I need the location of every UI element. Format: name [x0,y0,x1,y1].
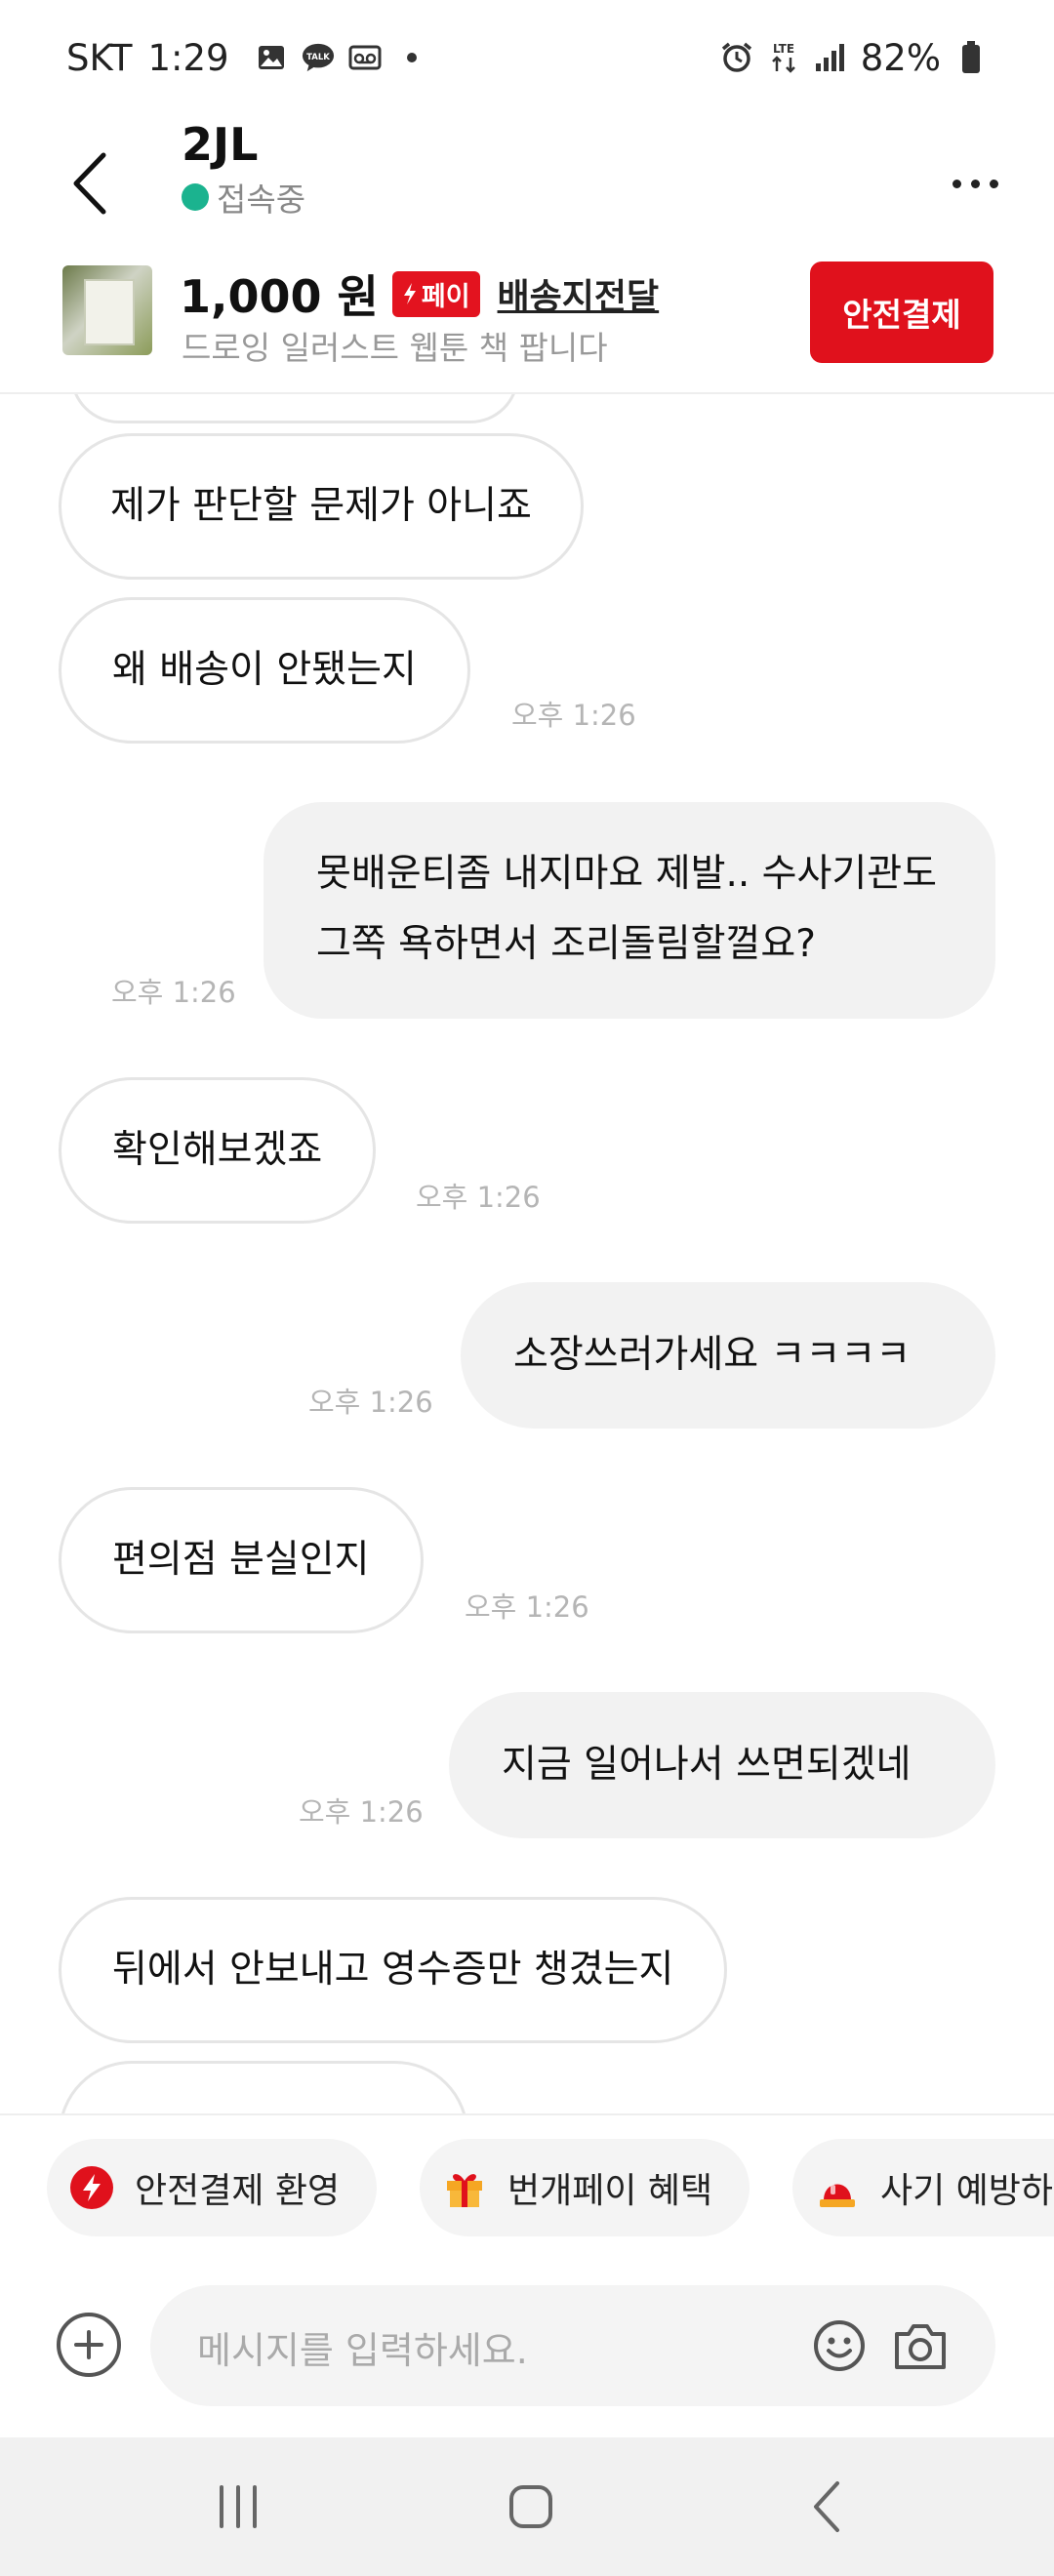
pay-badge-label: 페이 [421,281,470,312]
clock: 1:29 [147,36,229,79]
pay-badge: 페이 [391,270,480,317]
more-dot-icon [989,179,998,188]
product-title: 드로잉 일러스트 웹툰 책 팝니다 [182,329,608,367]
quick-reply-bar: 안전결제 환영 번개페이 혜택 사기 예방하 [0,2113,1054,2246]
more-options-button[interactable] [941,154,1009,213]
message-bubble-partial [70,394,519,423]
recent-apps-button[interactable] [199,2473,277,2541]
voicemail-icon [348,41,382,74]
message-time: 오후 1:26 [465,1590,589,1624]
battery-icon [954,41,988,74]
message-time: 오후 1:26 [511,699,636,732]
dot-icon [395,41,428,74]
message-input-bar: 메시지를 입력하세요. [0,2246,1054,2437]
product-thumbnail[interactable] [62,265,152,355]
online-status-label: 접속중 [217,181,306,219]
message-bubble-received: 뒤에서 안보내고 영수증만 챙겼는지 [59,1897,728,2043]
message-bubble-received: 편의점 분실인지 [59,1487,424,1633]
message-input-placeholder: 메시지를 입력하세요. [197,2329,528,2372]
svg-text:TALK: TALK [306,53,330,62]
home-icon [509,2485,552,2528]
message-bubble-received: 제가 판단할 문제가 아니죠 [59,433,584,580]
message-time: 오후 1:26 [299,1795,424,1829]
camera-icon [895,2324,946,2369]
back-button[interactable] [61,135,119,232]
status-bar: SKT 1:29 TALK LTE 82% [0,0,1054,115]
svg-text:LTE: LTE [773,42,794,56]
image-icon [255,41,288,74]
plus-icon [74,2330,103,2359]
message-bubble-received: 왜 배송이 안됐는지 [59,597,470,744]
safe-pay-button[interactable]: 안전결제 [810,262,993,363]
message-bubble-sent: 못배운티좀 내지마요 제발.. 수사기관도 그쪽 욕하면서 조리돌림할껄요? [264,802,995,1019]
back-icon [814,2481,839,2532]
home-button[interactable] [492,2473,570,2541]
notification-icons: TALK [255,41,428,74]
chat-partner-name[interactable]: 2JL [182,118,258,171]
signal-icon [814,41,847,74]
quick-reply-safe-pay[interactable]: 안전결제 환영 [47,2139,378,2236]
product-price: 1,000 원 [180,270,379,323]
lightning-icon [68,2164,115,2211]
more-dot-icon [952,179,961,188]
system-back-button[interactable] [789,2473,867,2541]
siren-icon [814,2164,861,2211]
status-right: LTE 82% [720,37,988,79]
message-time: 오후 1:26 [111,976,236,1009]
more-dot-icon [970,179,980,188]
online-dot-icon [182,183,209,211]
quick-reply-fraud-prevention[interactable]: 사기 예방하 [792,2139,1054,2236]
quick-reply-label: 사기 예방하 [880,2171,1054,2211]
alarm-icon [720,41,753,74]
lightning-icon [403,283,416,304]
message-bubble-partial [59,2061,468,2113]
talk-icon: TALK [302,41,335,74]
online-status: 접속중 [182,174,305,221]
carrier-label: SKT [66,36,133,79]
battery-percent: 82% [860,36,941,79]
emoji-icon [814,2320,865,2371]
chat-messages[interactable]: 제가 판단할 문제가 아니죠 왜 배송이 안됐는지 오후 1:26 못배운티좀 … [0,394,1054,2113]
gift-icon [441,2164,488,2211]
back-arrow-icon [73,152,106,215]
message-bubble-sent: 소장쓰러가세요 ㅋㅋㅋㅋ [461,1282,995,1429]
product-bar: 1,000 원 페이 배송지전달 드로잉 일러스트 웹툰 책 팝니다 안전결제 [0,252,1054,394]
status-left: SKT 1:29 TALK [66,37,428,79]
quick-reply-label: 번개페이 혜택 [507,2171,713,2211]
message-bubble-sent: 지금 일어나서 쓰면되겠네 [449,1692,995,1838]
emoji-button[interactable] [812,2318,867,2373]
price-row: 1,000 원 페이 배송지전달 [180,262,659,326]
lte-icon: LTE [767,41,800,74]
recent-apps-icon [220,2485,257,2528]
quick-reply-pay-benefit[interactable]: 번개페이 혜택 [420,2139,750,2236]
message-input[interactable]: 메시지를 입력하세요. [150,2285,995,2406]
message-time: 오후 1:26 [308,1386,433,1419]
chat-header: 2JL 접속중 [0,115,1054,252]
quick-reply-label: 안전결제 환영 [135,2171,341,2211]
message-bubble-received: 확인해보겠죠 [59,1077,377,1224]
message-time: 오후 1:26 [416,1181,541,1214]
system-nav-bar [0,2437,1054,2576]
camera-button[interactable] [892,2318,949,2373]
attach-button[interactable] [57,2313,121,2377]
shipping-address-link[interactable]: 배송지전달 [498,268,660,319]
